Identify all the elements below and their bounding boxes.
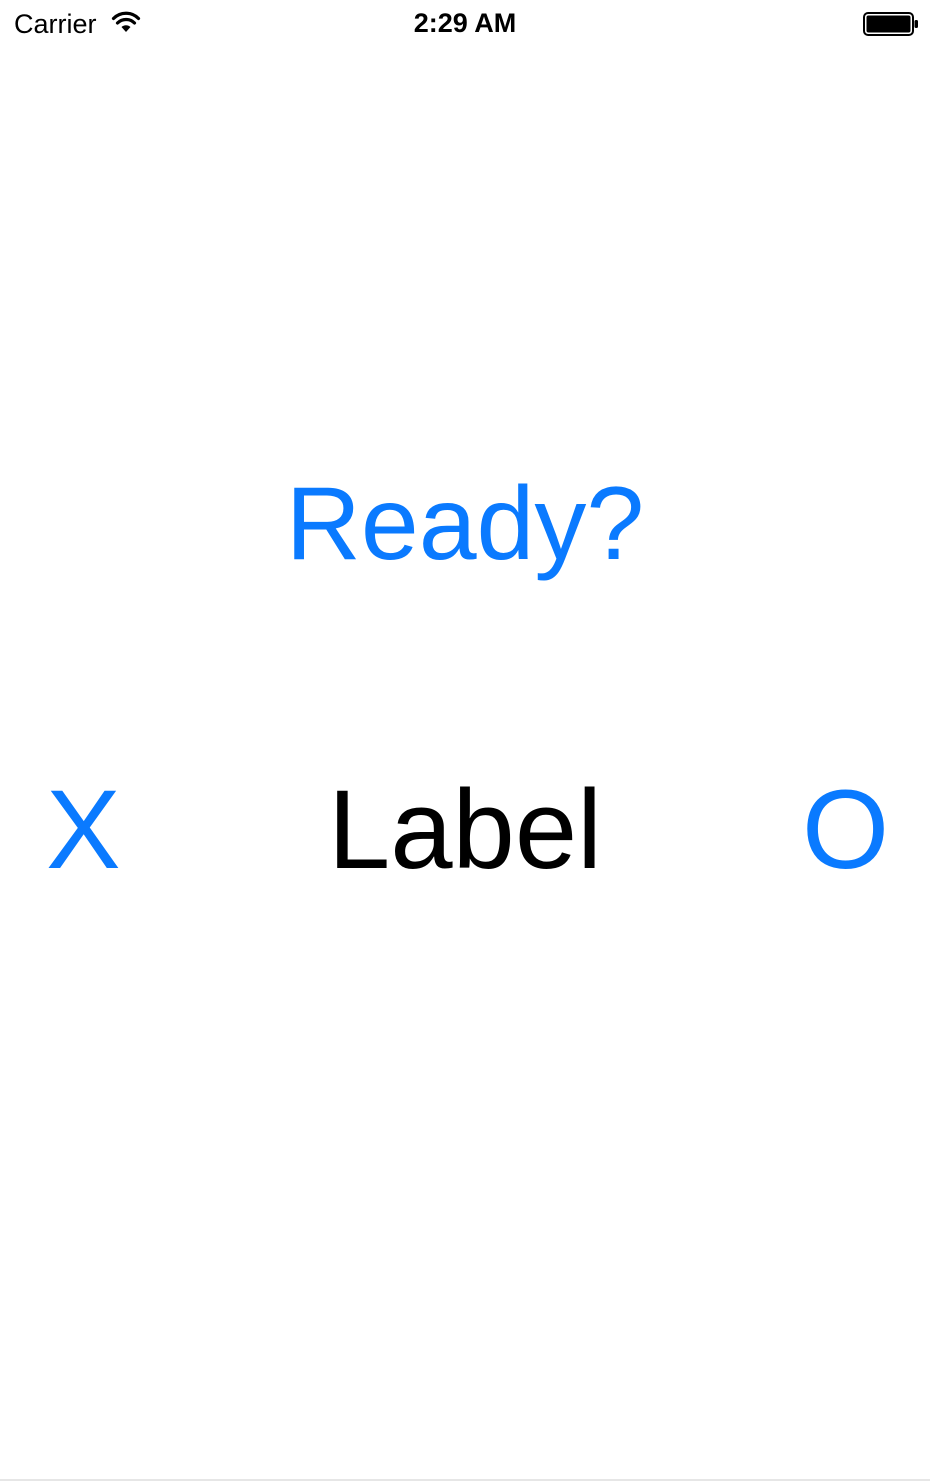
battery-icon <box>863 12 918 36</box>
center-label: Label <box>327 767 603 892</box>
status-bar: Carrier 2:29 AM <box>0 0 930 48</box>
bottom-divider <box>0 1479 930 1481</box>
o-button[interactable]: O <box>802 765 889 895</box>
status-time: 2:29 AM <box>413 8 517 38</box>
ready-button[interactable]: Ready? <box>0 462 930 586</box>
